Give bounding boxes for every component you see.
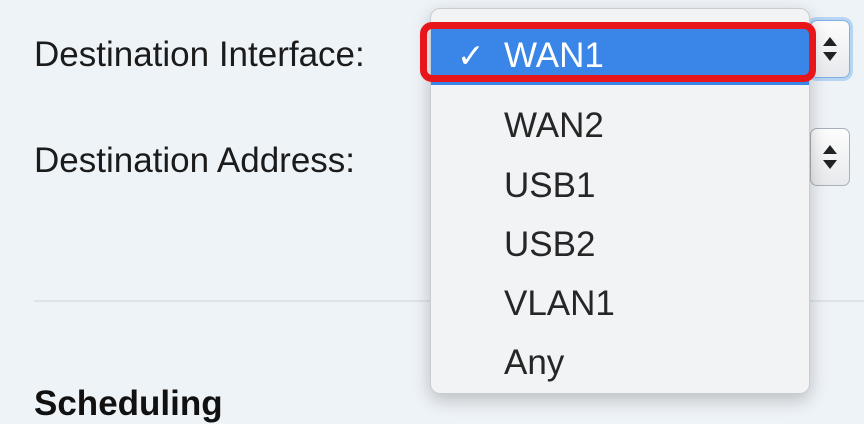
up-down-arrows-icon	[823, 145, 837, 169]
option-usb2[interactable]: USB2	[431, 216, 809, 274]
option-any[interactable]: Any	[431, 334, 809, 392]
scheduling-heading: Scheduling	[34, 384, 223, 423]
option-label: WAN2	[504, 106, 604, 145]
option-wan1[interactable]: ✓ WAN1	[431, 27, 809, 85]
destination-interface-label: Destination Interface:	[34, 35, 365, 74]
destination-address-label: Destination Address:	[34, 141, 356, 180]
option-label: USB2	[504, 225, 596, 264]
destination-address-select[interactable]	[810, 128, 850, 186]
destination-interface-dropdown[interactable]: ✓ WAN1 WAN2 USB1 USB2 VLAN1 Any	[430, 8, 810, 394]
option-usb1[interactable]: USB1	[431, 157, 809, 215]
option-label: Any	[504, 343, 565, 382]
option-label: USB1	[504, 166, 596, 205]
checkmark-icon: ✓	[457, 37, 485, 74]
option-wan2[interactable]: WAN2	[431, 97, 809, 155]
option-vlan1[interactable]: VLAN1	[431, 275, 809, 333]
option-label: WAN1	[504, 36, 604, 75]
destination-interface-select[interactable]	[810, 20, 850, 78]
option-label: VLAN1	[504, 284, 615, 323]
up-down-arrows-icon	[823, 37, 837, 61]
